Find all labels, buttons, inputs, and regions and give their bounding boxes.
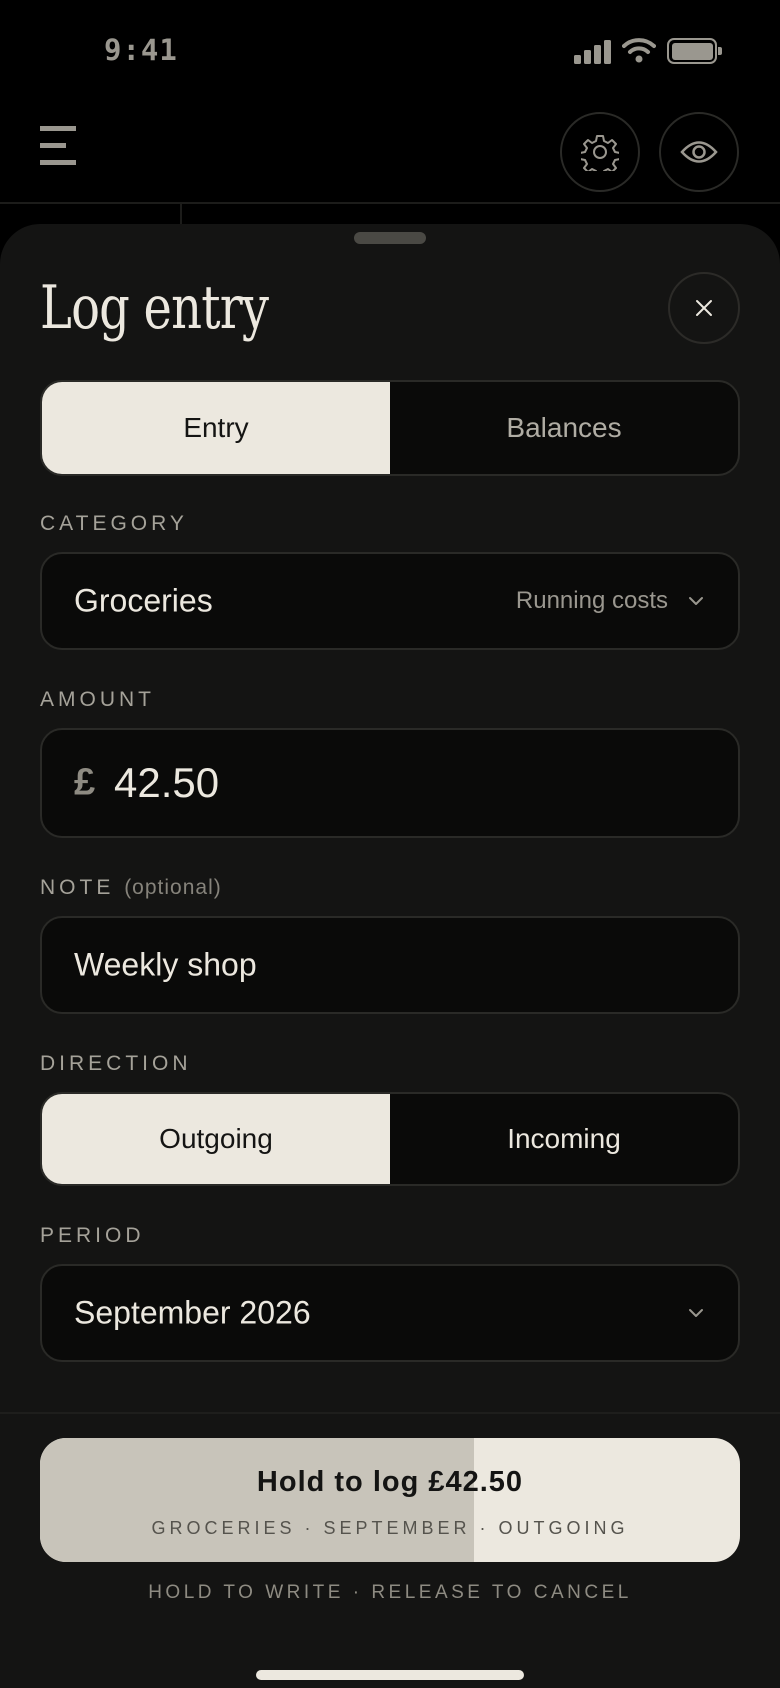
amount-value: 42.50 — [114, 759, 220, 806]
direction-incoming[interactable]: Incoming — [390, 1094, 738, 1184]
period-dropdown — [688, 1308, 704, 1318]
status-bar: 9:41 — [0, 0, 780, 100]
chevron-down-icon — [689, 1309, 703, 1317]
sheet-title: Log entry — [40, 273, 269, 343]
gear-icon — [581, 135, 619, 171]
currency-symbol: £ — [74, 761, 96, 804]
direction-label: DIRECTION — [40, 1052, 192, 1075]
close-button[interactable] — [668, 272, 740, 344]
period-select[interactable]: September 2026 — [40, 1264, 740, 1362]
menu-icon[interactable] — [40, 126, 76, 166]
hold-button-label: Hold to log £42.50 — [256, 1466, 524, 1498]
settings-button[interactable] — [560, 112, 640, 192]
note-optional-hint: (optional) — [124, 876, 222, 899]
home-indicator — [256, 1670, 524, 1680]
period-label: PERIOD — [40, 1224, 145, 1247]
note-value: Weekly shop — [74, 946, 257, 983]
visibility-toggle-button[interactable] — [659, 112, 739, 192]
hold-progress-fill — [40, 1438, 474, 1562]
category-select[interactable]: Groceries Running costs — [40, 552, 740, 650]
close-icon — [696, 300, 712, 316]
note-label-text: NOTE — [40, 876, 115, 899]
category-value: Groceries — [74, 582, 213, 619]
hold-to-log-button[interactable]: Hold to log £42.50 GROCERIES · SEPTEMBER… — [40, 1438, 740, 1562]
amount-input[interactable]: £ 42.50 — [40, 728, 740, 838]
note-label: NOTE (optional) — [40, 876, 222, 900]
log-entry-sheet: Log entry Entry Balances CATEGORY Grocer… — [0, 224, 780, 1688]
note-input[interactable]: Weekly shop — [40, 916, 740, 1014]
cellular-signal-icon — [574, 40, 612, 64]
category-label: CATEGORY — [40, 512, 188, 535]
footer-divider — [0, 1412, 780, 1414]
mode-tabs: Entry Balances — [40, 380, 740, 476]
category-group: Running costs — [516, 587, 704, 615]
tab-balances[interactable]: Balances — [390, 382, 738, 474]
period-value: September 2026 — [74, 1294, 311, 1331]
eye-icon — [680, 141, 718, 163]
amount-label: AMOUNT — [40, 688, 155, 711]
direction-toggle: Outgoing Incoming — [40, 1092, 740, 1186]
tab-entry[interactable]: Entry — [42, 382, 390, 474]
top-nav — [0, 100, 780, 234]
hold-button-summary: GROCERIES · SEPTEMBER · OUTGOING — [151, 1518, 629, 1538]
wifi-icon — [622, 38, 656, 63]
status-time: 9:41 — [104, 33, 178, 67]
category-group-label: Running costs — [515, 587, 668, 614]
battery-icon — [667, 38, 722, 64]
direction-outgoing[interactable]: Outgoing — [42, 1094, 390, 1184]
chevron-down-icon — [689, 597, 703, 605]
sheet-grabber[interactable] — [354, 232, 426, 244]
hold-hint: HOLD TO WRITE · RELEASE TO CANCEL — [148, 1582, 632, 1603]
